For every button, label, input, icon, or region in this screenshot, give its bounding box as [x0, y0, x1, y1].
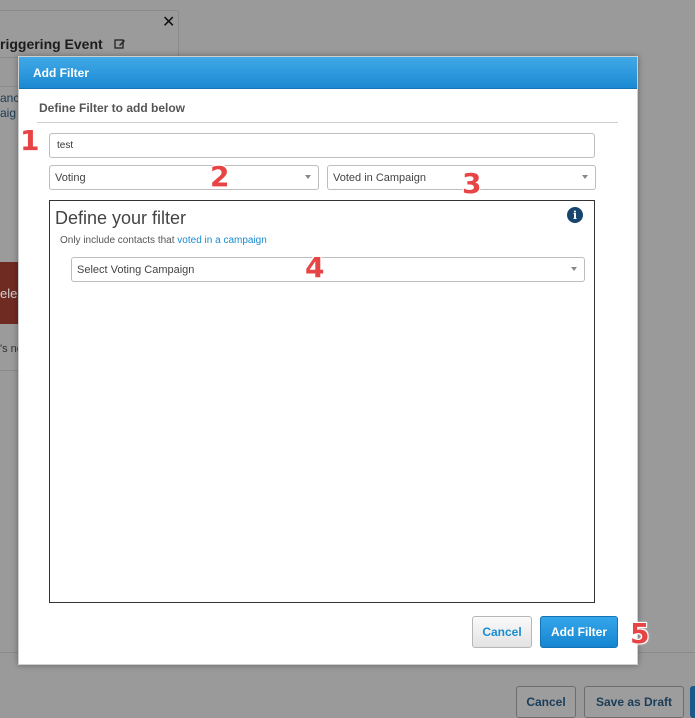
step-marker-3: 3	[462, 167, 482, 200]
chevron-down-icon	[571, 267, 577, 271]
red-tile-text: ele	[0, 286, 18, 301]
voting-campaign-select[interactable]: Select Voting Campaign	[71, 257, 585, 282]
add-filter-dialog: Add Filter Define Filter to add below Vo…	[18, 56, 638, 665]
step-marker-1: 1	[20, 124, 40, 157]
side-card-text: anc	[0, 91, 20, 105]
filter-panel-heading: Define your filter	[55, 208, 187, 228]
page-cancel-button[interactable]: Cancel	[516, 686, 576, 718]
add-filter-button[interactable]: Add Filter	[540, 616, 618, 648]
filter-category-select[interactable]: Voting	[49, 165, 319, 190]
info-icon[interactable]: i	[567, 207, 583, 223]
edit-icon[interactable]	[114, 38, 126, 50]
dialog-subtitle: Define Filter to add below	[39, 101, 186, 115]
save-as-draft-button[interactable]: Save as Draft	[584, 686, 684, 718]
filter-description-text: Only include contacts that	[60, 235, 178, 246]
filter-description-link[interactable]: voted in a campaign	[177, 235, 267, 246]
step-marker-4: 4	[305, 251, 325, 284]
triggering-event-title: riggering Event	[0, 36, 103, 52]
subtitle-divider	[37, 122, 618, 123]
step-marker-2: 2	[210, 160, 230, 193]
chevron-down-icon	[582, 175, 588, 179]
filter-type-value: Voted in Campaign	[333, 171, 426, 184]
cancel-button[interactable]: Cancel	[472, 616, 532, 648]
filter-category-value: Voting	[55, 171, 86, 184]
close-icon[interactable]: ✕	[162, 12, 175, 32]
chevron-down-icon	[305, 175, 311, 179]
step-marker-5: 5	[630, 617, 650, 650]
filter-name-input[interactable]	[49, 133, 595, 158]
dialog-header: Add Filter	[19, 57, 637, 89]
page-primary-button[interactable]	[690, 686, 695, 718]
filter-description: Only include contacts that voted in a ca…	[60, 235, 267, 246]
voting-campaign-value: Select Voting Campaign	[77, 263, 195, 276]
side-card-text: aig	[0, 106, 17, 120]
dialog-title: Add Filter	[33, 65, 89, 80]
side-card	[0, 86, 19, 371]
